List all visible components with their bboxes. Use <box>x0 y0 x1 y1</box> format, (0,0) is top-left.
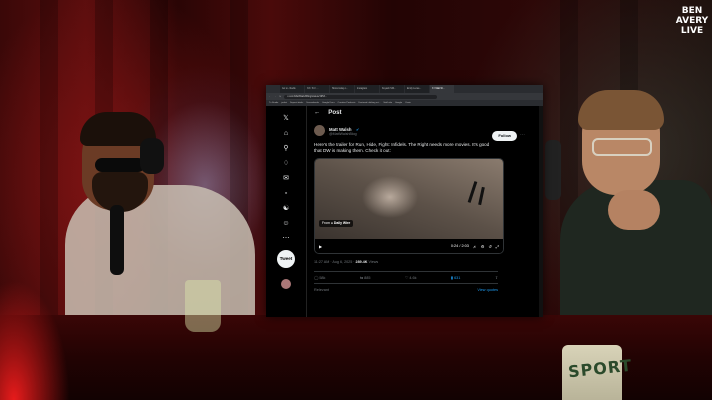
repost-icon: ⇆ <box>359 276 364 281</box>
reply-icon: ◯ <box>314 276 319 281</box>
red-light <box>0 280 70 400</box>
logo-line: LIVE <box>680 26 704 36</box>
volume-icon[interactable]: ♬ <box>473 244 477 249</box>
grok-icon[interactable]: ▫ <box>280 189 292 199</box>
back-icon[interactable]: ← <box>269 96 271 98</box>
home-icon[interactable]: ⌂ <box>280 129 292 139</box>
video-player[interactable]: From ● Daily Wire ▶ 0:24 / 2:03 ♬ ⚙ ↺ ⤢ <box>314 158 504 255</box>
bookmark-item[interactable]: Creative Podcasts <box>338 102 356 104</box>
from-source: Daily Wire <box>333 221 351 226</box>
microphone-icon <box>545 140 561 200</box>
daily-wire-icon: ● <box>330 221 333 226</box>
bookmark-button[interactable]: ▮ 631 <box>451 275 461 280</box>
messages-icon[interactable]: ✉ <box>280 174 292 184</box>
headphones-icon <box>140 138 164 174</box>
tweet-button[interactable]: Tweet <box>277 250 295 268</box>
media-source-label[interactable]: From ● Daily Wire <box>319 220 354 228</box>
post-column: ← Post Matt Walsh ✔ @MattWalshBlog Follo… <box>307 106 543 317</box>
fullscreen-icon[interactable]: ⤢ <box>496 244 499 249</box>
x-app: 𝕏 ⌂ ⚲ ♢ ✉ ▫ ☯ ☺ ⋯ Tweet ← Post Matt Wals… <box>266 106 543 317</box>
replies-sort-row: Relevant View quotes <box>314 288 498 292</box>
drink-glass <box>185 280 221 332</box>
browser-tab[interactable]: Kuyash SW... <box>380 85 404 93</box>
right-host-hair <box>578 90 664 130</box>
post-header-title: Post <box>328 108 342 116</box>
reply-button[interactable]: ◯ 58k <box>314 275 325 280</box>
video-frame[interactable] <box>315 159 503 240</box>
video-controls: ▶ 0:24 / 2:03 ♬ ⚙ ↺ ⤢ <box>315 239 503 254</box>
bookmark-item[interactable]: Featured clothing art... <box>358 102 380 104</box>
pen-in-frame <box>467 181 478 204</box>
pen-in-frame <box>478 187 485 206</box>
post-actions: ◯ 58k ⇆ 885 ♡ 4.6k ▮ 631 ⇧ <box>314 271 498 285</box>
address-bar: ← → ↻ x.com/MattWalshBlog/status/1953... <box>266 93 543 100</box>
logo-line: AVERY <box>675 16 709 26</box>
play-icon[interactable]: ▶ <box>319 244 322 249</box>
bookmark-item[interactable]: Ozzie <box>405 102 411 104</box>
tab-bar: Go to - Redis X3 / X4 / ... Show today o… <box>266 85 543 93</box>
views-count: 289.4K <box>355 260 368 265</box>
microphone-icon <box>110 205 124 275</box>
bookmark-item[interactable]: Tx Studio <box>269 102 278 104</box>
reply-count: 58k <box>319 276 326 281</box>
bookmark-icon: ▮ <box>450 276 453 281</box>
account-avatar[interactable] <box>281 279 291 289</box>
browser-tab[interactable]: Emily Lucas... <box>405 85 429 93</box>
heart-icon: ♡ <box>404 276 409 281</box>
right-host-glasses <box>592 138 652 156</box>
bookmark-count: 631 <box>454 276 461 281</box>
from-label: From <box>322 221 330 226</box>
views-label: Views <box>368 260 379 265</box>
bookmark-item[interactable]: Deposit deals <box>290 102 303 104</box>
x-logo-icon[interactable]: 𝕏 <box>280 114 292 124</box>
share-button[interactable]: ⇧ <box>495 275 498 280</box>
left-host-sunglasses <box>95 158 145 172</box>
view-quotes-link[interactable]: View quotes <box>477 288 498 292</box>
video-time: 0:24 / 2:03 <box>450 244 469 249</box>
author-names: Matt Walsh ✔ @MattWalshBlog <box>329 124 359 137</box>
post-timestamp[interactable]: 11:27 AM · Aug 6, 2025 · <box>314 260 356 264</box>
like-count: 4.6k <box>409 276 417 281</box>
search-icon[interactable]: ⚲ <box>280 144 292 154</box>
logo-line: BEN <box>681 6 703 16</box>
follow-button[interactable]: Follow <box>492 131 517 141</box>
bookmark-item[interactable]: jacket <box>281 102 287 104</box>
reload-icon[interactable]: ↻ <box>279 95 281 98</box>
notifications-icon[interactable]: ♢ <box>280 159 292 169</box>
more-options-icon[interactable]: ⋯ <box>520 132 525 138</box>
repost-button[interactable]: ⇆ 885 <box>360 275 371 280</box>
bookmark-item[interactable]: Stuff ride <box>383 102 392 104</box>
profile-icon[interactable]: ☺ <box>280 219 292 229</box>
post-meta: 11:27 AM · Aug 6, 2025 · 289.4K Views <box>314 260 536 264</box>
browser-tab[interactable]: X3 / X4 / ... <box>305 85 329 93</box>
back-arrow-icon[interactable]: ← <box>314 109 320 116</box>
ben-avery-live-logo: BEN AVERY LIVE <box>675 6 709 40</box>
share-icon: ⇧ <box>494 276 498 281</box>
mug: SPORT <box>562 345 633 400</box>
url-input[interactable]: x.com/MattWalshBlog/status/1953... <box>284 94 438 99</box>
like-button[interactable]: ♡ 4.6k <box>405 275 417 280</box>
repost-count: 885 <box>364 276 371 281</box>
post-text: Here's the trailer for Run, Hide, Fight:… <box>314 142 490 154</box>
browser-tab[interactable]: Go to - Redis <box>280 85 304 93</box>
relevant-dropdown[interactable]: Relevant <box>314 288 329 292</box>
settings-icon[interactable]: ⚙ <box>481 244 485 249</box>
forward-icon[interactable]: → <box>274 96 276 98</box>
scrollbar[interactable] <box>539 106 543 317</box>
replay-icon[interactable]: ↺ <box>488 244 491 249</box>
browser-tab-active[interactable]: X / Matt W... <box>430 85 454 93</box>
bookmark-item[interactable]: Google <box>395 102 402 104</box>
browser-tab[interactable]: Instagram <box>355 85 379 93</box>
x-sidebar: 𝕏 ⌂ ⚲ ♢ ✉ ▫ ☯ ☺ ⋯ Tweet <box>266 106 307 317</box>
browser-tab[interactable]: Show today o... <box>330 85 354 93</box>
post-header: ← Post <box>314 106 536 118</box>
author-avatar[interactable] <box>314 125 325 136</box>
more-icon[interactable]: ⋯ <box>280 234 292 244</box>
bookmark-item[interactable]: Google Docs <box>322 102 335 104</box>
communities-icon[interactable]: ☯ <box>280 204 292 214</box>
right-host-hand <box>608 190 660 230</box>
author-handle[interactable]: @MattWalshBlog <box>329 132 359 137</box>
browser-window: Go to - Redis X3 / X4 / ... Show today o… <box>266 85 543 317</box>
bookmark-item[interactable]: Screenbooks <box>306 102 319 104</box>
